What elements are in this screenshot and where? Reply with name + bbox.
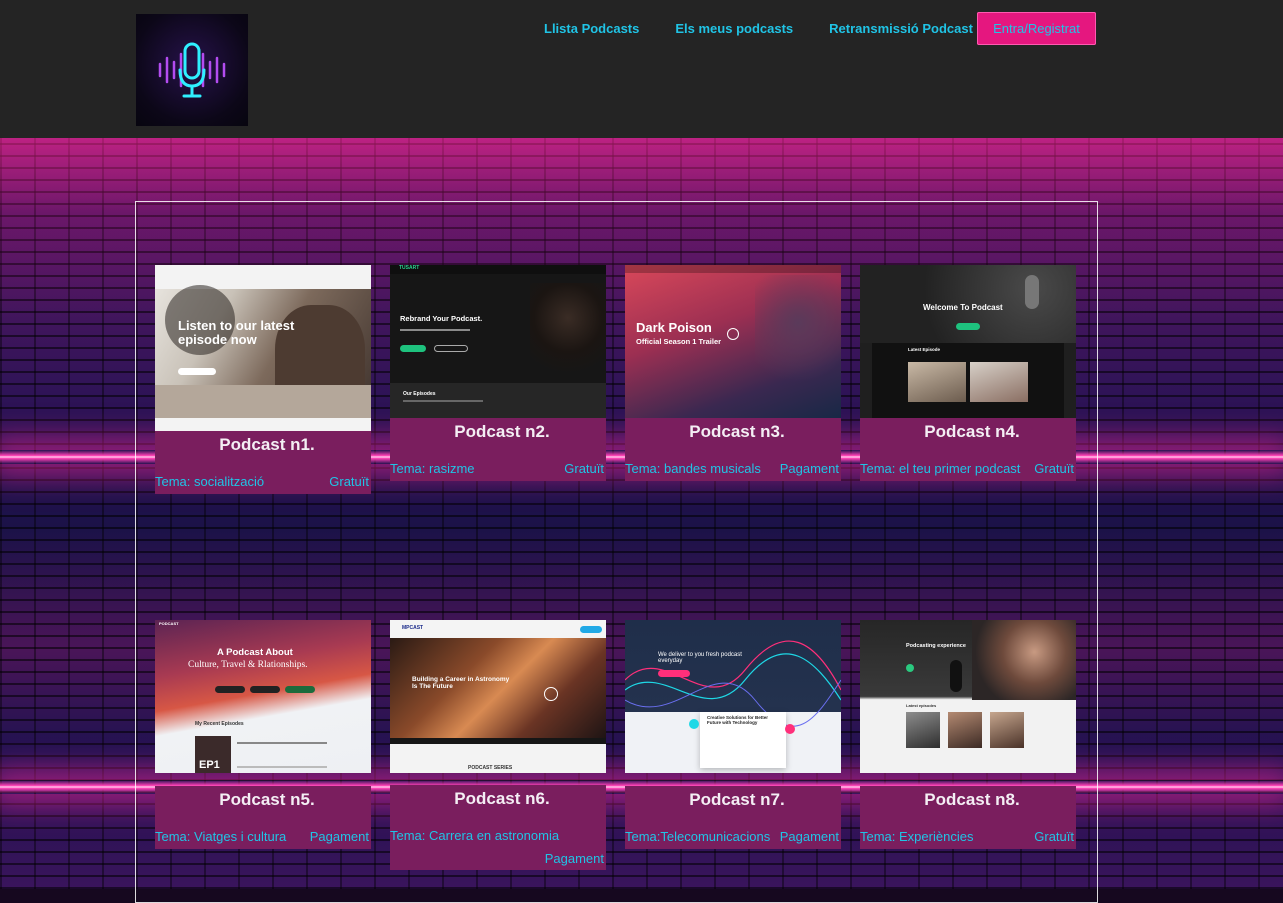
thumbnail-button: [178, 368, 216, 375]
podcast-info: Podcast n1. Tema: socialització Gratuït: [155, 431, 371, 494]
podcast-info: Podcast n6. Tema: Carrera en astronomia …: [390, 785, 606, 870]
thumbnail-subtitle: Culture, Travel & Rlationships.: [188, 660, 308, 670]
nav-retransmissio-podcast[interactable]: Retransmissió Podcast: [811, 12, 991, 46]
thumbnail-brand: TUSART: [399, 265, 420, 271]
thumbnail-headline: Welcome To Podcast: [923, 303, 1003, 312]
podcast-thumbnail[interactable]: PODCAST A Podcast About Culture, Travel …: [155, 620, 371, 773]
nav-els-meus-podcasts[interactable]: Els meus podcasts: [657, 12, 811, 46]
podcast-card[interactable]: Welcome To Podcast Latest Episode Podcas…: [860, 265, 1076, 481]
podcast-topic: Tema: Carrera en astronomia: [390, 828, 560, 843]
podcast-logo[interactable]: [136, 14, 248, 126]
podcast-card[interactable]: MPCAST Building a Career in Astronomy Is…: [390, 620, 606, 870]
podcast-price: Gratuït: [564, 461, 604, 476]
nav-llista-podcasts[interactable]: Llista Podcasts: [526, 12, 657, 46]
podcast-topic: Tema: socialització: [155, 474, 265, 489]
podcast-thumbnail[interactable]: MPCAST Building a Career in Astronomy Is…: [390, 620, 606, 773]
thumbnail-subtitle: Creative Solutions for Better Future wit…: [707, 715, 769, 725]
play-icon: [727, 328, 739, 340]
podcast-topic: Tema:Telecomunicacions: [625, 829, 771, 844]
podcast-title: Podcast n4.: [924, 422, 1020, 441]
podcast-topic: Tema: Experiències: [860, 829, 974, 844]
thumbnail-headline: Building a Career in Astronomy Is The Fu…: [412, 676, 510, 690]
play-icon: [785, 724, 795, 734]
thumbnail-section: My Recent Episodes: [195, 721, 244, 727]
podcast-price: Gratuït: [1034, 461, 1074, 476]
podcast-title: Podcast n2.: [454, 422, 550, 441]
podcast-thumbnail[interactable]: We deliver to you fresh podcast everyday…: [625, 620, 841, 773]
podcast-title: Podcast n1.: [219, 435, 315, 454]
podcast-info: Podcast n3. Tema: bandes musicals Pagame…: [625, 418, 841, 481]
site-navbar: [155, 265, 371, 289]
thumbnail-subtitle: Official Season 1 Trailer: [636, 337, 722, 346]
podcast-card[interactable]: Listen to our latest episode now Podcast…: [155, 265, 371, 494]
thumbnail-headline: Podcasting experience: [906, 643, 966, 649]
thumbnail-button: [956, 323, 980, 330]
thumbnail-headline: We deliver to you fresh podcast everyday: [658, 652, 742, 665]
person-figure: [755, 275, 841, 395]
podcast-price: Gratuït: [1034, 829, 1074, 844]
header: Llista Podcasts Els meus podcasts Retran…: [0, 0, 1283, 138]
podcast-title: Podcast n5.: [219, 790, 315, 809]
podcast-topic: Tema: bandes musicals: [625, 461, 761, 476]
podcast-topic: Tema: rasizme: [390, 461, 475, 476]
thumbnail-headline: Listen to our latest episode now: [178, 318, 295, 347]
main-nav: Llista Podcasts Els meus podcasts Retran…: [526, 12, 991, 46]
person-figure: [972, 620, 1076, 700]
thumbnail-headline: Rebrand Your Podcast.: [400, 314, 483, 323]
thumbnail-section: Our Episodes: [403, 391, 436, 397]
podcast-title: Podcast n6.: [454, 789, 550, 808]
podcast-topic: Tema: Viatges i cultura: [155, 829, 287, 844]
thumbnail-button: [658, 670, 690, 677]
podcast-price: Pagament: [779, 461, 839, 476]
thumbnail-button: [400, 345, 426, 352]
podcast-info: Podcast n5. Tema: Viatges i cultura Paga…: [155, 786, 371, 849]
person-figure: [530, 283, 606, 383]
podcast-thumbnail[interactable]: Dark Poison Official Season 1 Trailer: [625, 265, 841, 418]
podcast-card[interactable]: TUSART Rebrand Your Podcast. Our Episode…: [390, 265, 606, 481]
podcast-info: Podcast n8. Tema: Experiències Gratuït: [860, 786, 1076, 849]
podcast-price: Pagament: [309, 829, 369, 844]
microphone-icon: [158, 42, 226, 98]
podcast-title: Podcast n7.: [689, 790, 785, 809]
thumbnail-brand: PODCAST: [159, 621, 179, 626]
podcast-topic: Tema: el teu primer podcast: [860, 461, 1021, 476]
podcast-title: Podcast n3.: [689, 422, 785, 441]
thumbnail-headline: A Podcast About: [217, 647, 293, 658]
microphone-icon: [1025, 275, 1039, 309]
podcast-card[interactable]: Podcasting experience Latest episodes Po…: [860, 620, 1076, 849]
podcast-card[interactable]: We deliver to you fresh podcast everyday…: [625, 620, 841, 849]
podcast-card[interactable]: PODCAST A Podcast About Culture, Travel …: [155, 620, 371, 849]
podcast-card[interactable]: Dark Poison Official Season 1 Trailer Po…: [625, 265, 841, 481]
thumbnail-episode-tag: EP1: [199, 759, 220, 771]
login-register-button[interactable]: Entra/Registrat: [977, 12, 1096, 45]
podcast-info: Podcast n7. Tema:Telecomunicacions Pagam…: [625, 786, 841, 849]
podcast-info: Podcast n4. Tema: el teu primer podcast …: [860, 418, 1076, 481]
thumbnail-section: PODCAST SERIES: [468, 765, 513, 771]
thumbnail-section: Latest episodes: [906, 703, 937, 708]
thumbnail-brand: MPCAST: [402, 625, 424, 631]
podcast-info: Podcast n2. Tema: rasizme Gratuït: [390, 418, 606, 481]
podcast-title: Podcast n8.: [924, 790, 1020, 809]
thumbnail-section: Latest Episode: [908, 347, 941, 352]
microphone-icon: [950, 660, 962, 692]
podcast-thumbnail[interactable]: Welcome To Podcast Latest Episode: [860, 265, 1076, 418]
podcast-price: Pagament: [779, 829, 839, 844]
podcast-thumbnail[interactable]: TUSART Rebrand Your Podcast. Our Episode…: [390, 265, 606, 418]
podcast-thumbnail[interactable]: Listen to our latest episode now: [155, 265, 371, 431]
play-icon: [544, 687, 558, 701]
thumbnail-headline: Dark Poison: [636, 320, 712, 335]
podcast-thumbnail[interactable]: Podcasting experience Latest episodes: [860, 620, 1076, 773]
podcast-price: Gratuït: [329, 474, 369, 489]
podcast-price: Pagament: [544, 851, 604, 866]
